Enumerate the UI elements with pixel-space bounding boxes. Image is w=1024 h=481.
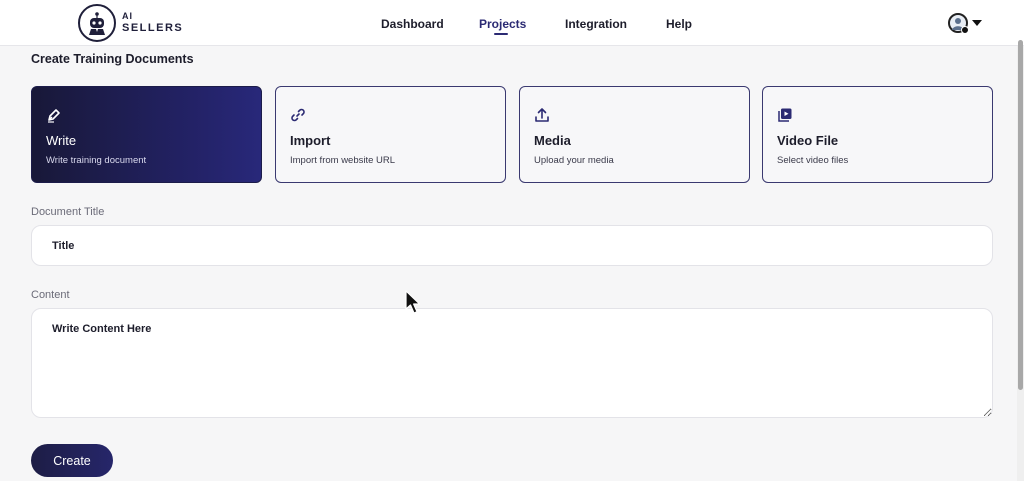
caret-down-icon [972,20,982,26]
card-title: Write [46,133,77,148]
card-title: Import [290,133,331,148]
avatar-icon [948,13,969,34]
logo[interactable]: AI SELLERS [78,4,183,42]
nav-integration[interactable]: Integration [565,17,627,31]
content-label: Content [31,289,70,301]
card-subtitle: Select video files [777,155,849,166]
document-title-label: Document Title [31,206,105,218]
card-title: Video File [777,133,839,148]
card-title: Media [534,133,571,148]
logo-line-2: SELLERS [122,22,184,34]
card-subtitle: Import from website URL [290,155,396,166]
card-import[interactable]: Import Import from website URL [275,86,506,183]
pen-icon [46,107,62,123]
content-textarea[interactable] [31,308,993,418]
card-media[interactable]: Media Upload your media [519,86,750,183]
create-button[interactable]: Create [31,444,113,477]
nav-dashboard[interactable]: Dashboard [381,17,444,31]
nav-projects[interactable]: Projects [479,17,526,31]
mouse-cursor-icon [405,290,423,316]
card-write[interactable]: Write Write training document [31,86,262,183]
robot-logo-icon [78,4,116,42]
upload-icon [534,107,550,123]
logo-line-1: AI [122,11,133,21]
document-title-input[interactable] [31,225,993,266]
logo-text: AI SELLERS [122,12,183,34]
nav-active-indicator [494,33,508,35]
card-video-file[interactable]: Video File Select video files [762,86,993,183]
top-navigation-bar: AI SELLERS Dashboard Projects Integratio… [0,0,1024,46]
nav-help[interactable]: Help [666,17,692,31]
status-dot [961,26,969,34]
scrollbar-thumb[interactable] [1018,40,1023,390]
profile-menu[interactable] [948,12,986,34]
video-icon [777,107,793,123]
card-subtitle: Write training document [46,155,147,166]
link-icon [290,107,306,123]
card-subtitle: Upload your media [534,155,614,166]
page-title: Create Training Documents [31,52,194,66]
